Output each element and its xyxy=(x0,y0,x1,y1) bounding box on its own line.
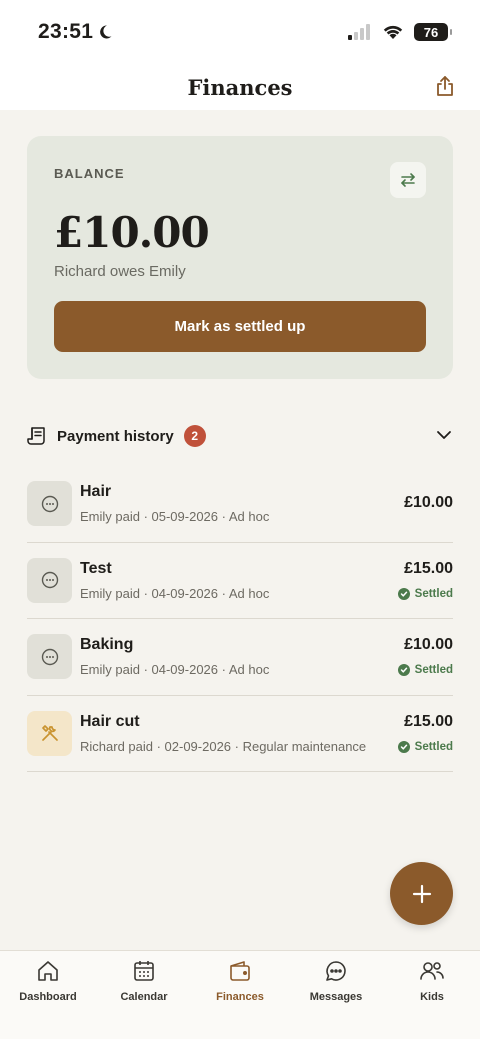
share-button[interactable] xyxy=(432,72,458,100)
payment-list: Hair Emily paid · 05-09-2026 · Ad hoc £1… xyxy=(27,466,453,772)
settled-status-label: Settled xyxy=(414,587,453,600)
tab-label: Finances xyxy=(216,991,264,1003)
settled-status: Settled xyxy=(397,664,453,676)
check-circle-icon xyxy=(397,664,410,676)
plus-icon xyxy=(412,884,431,903)
payment-category-icon xyxy=(27,710,72,756)
payment-subtitle: Richard paid · 02-09-2026 · Regular main… xyxy=(80,738,367,754)
more-dots-icon xyxy=(41,571,58,589)
settled-status-label: Settled xyxy=(414,740,453,753)
moon-icon xyxy=(100,25,112,39)
payment-amount: £10.00 xyxy=(404,494,453,511)
payment-title: Hair xyxy=(80,483,112,500)
payment-amount: £15.00 xyxy=(404,559,453,577)
status-indicators: 76 xyxy=(348,23,452,41)
chevron-down-icon xyxy=(437,431,451,439)
list-item[interactable]: Hair cut Richard paid · 02-09-2026 · Reg… xyxy=(27,696,453,772)
payment-title: Test xyxy=(80,559,112,577)
more-dots-icon xyxy=(41,648,58,665)
payment-amount: £15.00 xyxy=(404,712,453,730)
wifi-icon xyxy=(383,25,403,39)
payment-history-title: Payment history xyxy=(57,427,174,445)
balance-card: BALANCE £10.00 Richard owes Emily Mark a… xyxy=(27,136,453,379)
wallet-icon xyxy=(230,961,250,981)
balance-amount: £10.00 xyxy=(54,208,210,257)
payment-category-icon xyxy=(27,481,72,526)
balance-label: BALANCE xyxy=(54,166,125,181)
people-icon xyxy=(420,962,444,980)
list-item[interactable]: Hair Emily paid · 05-09-2026 · Ad hoc £1… xyxy=(27,466,453,543)
tab-label: Kids xyxy=(420,991,444,1003)
status-bar: 23:51 76 xyxy=(0,0,480,64)
tools-icon xyxy=(41,725,58,741)
settled-status-label: Settled xyxy=(414,664,453,676)
chat-icon xyxy=(326,961,346,981)
payment-title: Hair cut xyxy=(80,712,140,730)
tab-label: Calendar xyxy=(120,991,168,1003)
calendar-icon xyxy=(134,961,154,981)
payment-title: Baking xyxy=(80,636,134,653)
payment-subtitle: Emily paid · 05-09-2026 · Ad hoc xyxy=(80,509,270,524)
more-dots-icon xyxy=(41,495,58,512)
add-payment-button[interactable] xyxy=(390,862,453,925)
settled-status: Settled xyxy=(397,587,453,600)
balance-description: Richard owes Emily xyxy=(54,263,186,280)
check-circle-icon xyxy=(397,587,410,600)
check-circle-icon xyxy=(397,740,410,753)
list-item[interactable]: Baking Emily paid · 04-09-2026 · Ad hoc … xyxy=(27,619,453,696)
signal-icon xyxy=(348,24,370,40)
swap-direction-button[interactable] xyxy=(390,162,426,198)
payment-category-icon xyxy=(27,557,72,603)
payment-category-icon xyxy=(27,634,72,679)
receipt-icon xyxy=(27,427,45,445)
share-icon xyxy=(437,76,453,96)
payment-amount: £10.00 xyxy=(404,636,453,653)
settled-status: Settled xyxy=(397,740,453,753)
status-time-text: 23:51 xyxy=(38,20,94,43)
tab-label: Dashboard xyxy=(19,991,77,1003)
payment-history-toggle[interactable]: Payment history 2 xyxy=(27,420,453,452)
status-time: 23:51 xyxy=(38,20,113,44)
tab-finances[interactable]: Finances xyxy=(192,951,288,1039)
page-header: Finances xyxy=(0,64,480,110)
swap-arrows-icon xyxy=(401,173,415,187)
payment-subtitle: Emily paid · 04-09-2026 · Ad hoc xyxy=(80,585,270,601)
tab-label: Messages xyxy=(309,991,363,1003)
page-title: Finances xyxy=(187,74,293,100)
mark-settled-button[interactable]: Mark as settled up xyxy=(54,301,426,352)
tab-kids[interactable]: Kids xyxy=(384,951,480,1039)
payment-history-count-badge: 2 xyxy=(183,425,206,447)
battery-level: 76 xyxy=(423,24,439,40)
battery-indicator: 76 xyxy=(414,23,452,41)
tab-messages[interactable]: Messages xyxy=(288,951,384,1039)
home-icon xyxy=(38,961,58,981)
payment-subtitle: Emily paid · 04-09-2026 · Ad hoc xyxy=(80,662,270,677)
list-item[interactable]: Test Emily paid · 04-09-2026 · Ad hoc £1… xyxy=(27,543,453,619)
tab-calendar[interactable]: Calendar xyxy=(96,951,192,1039)
bottom-tab-bar: Dashboard Calendar Finances Messages Kid… xyxy=(0,950,480,1039)
tab-dashboard[interactable]: Dashboard xyxy=(0,951,96,1039)
